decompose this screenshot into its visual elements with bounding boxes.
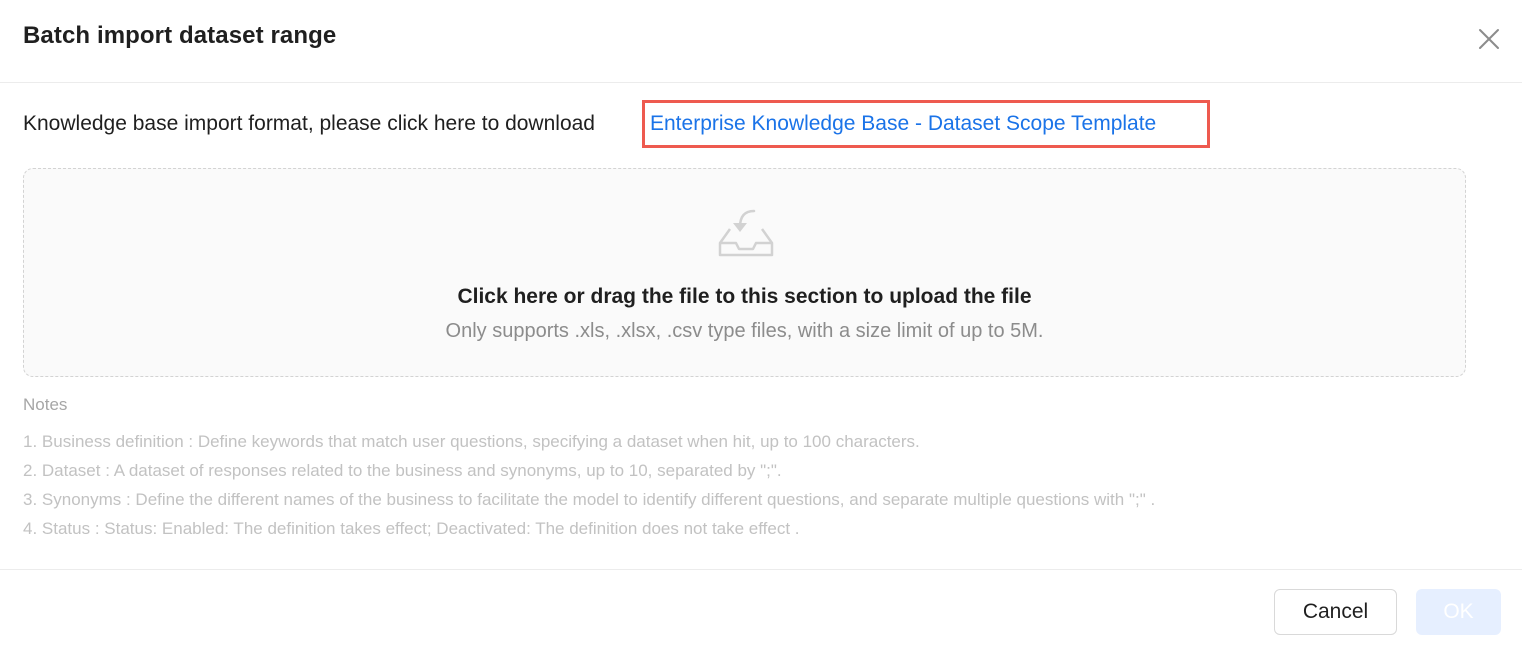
file-upload-dropzone[interactable]: Click here or drag the file to this sect… <box>23 168 1466 377</box>
notes-title: Notes <box>23 395 68 414</box>
close-button[interactable] <box>1474 24 1504 54</box>
dialog-title: Batch import dataset range <box>23 22 337 49</box>
inbox-upload-icon <box>718 209 774 257</box>
template-download-link[interactable]: Enterprise Knowledge Base - Dataset Scop… <box>642 100 1210 148</box>
upload-hint: Only supports .xls, .xlsx, .csv type fil… <box>445 320 1044 342</box>
note-item: 1. Business definition : Define keywords… <box>23 432 920 451</box>
batch-import-dialog: Batch import dataset range Knowledge bas… <box>0 0 1522 648</box>
download-instruction: Knowledge base import format, please cli… <box>23 112 595 135</box>
close-icon <box>1479 29 1499 49</box>
dialog-header: Batch import dataset range <box>0 0 1522 83</box>
ok-button[interactable]: OK <box>1416 589 1501 635</box>
upload-title: Click here or drag the file to this sect… <box>457 285 1032 308</box>
note-item: 4. Status : Status: Enabled: The definit… <box>23 519 800 538</box>
dialog-footer: Cancel OK <box>0 569 1522 648</box>
notes-list: 1. Business definition : Define keywords… <box>23 432 1155 548</box>
note-item: 2. Dataset : A dataset of responses rela… <box>23 461 782 480</box>
cancel-button[interactable]: Cancel <box>1274 589 1397 635</box>
note-item: 3. Synonyms : Define the different names… <box>23 490 1156 509</box>
